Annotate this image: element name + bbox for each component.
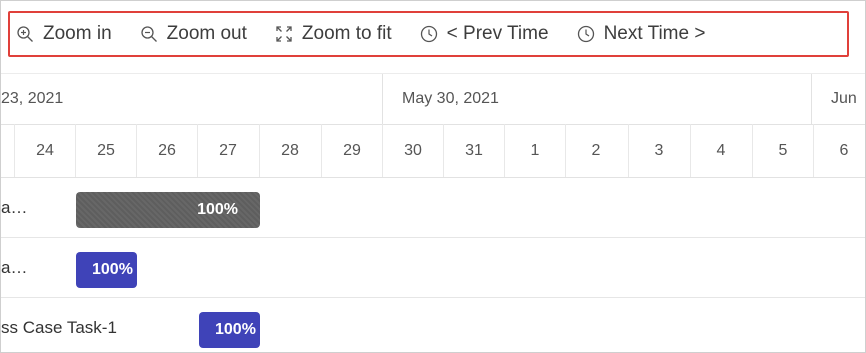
timeline-week-header: 23, 2021 May 30, 2021 Jun bbox=[1, 73, 865, 125]
week-label: Jun bbox=[831, 90, 857, 107]
week-label: 23, 2021 bbox=[1, 90, 64, 107]
zoom-in-icon bbox=[17, 26, 33, 42]
zoom-out-button[interactable]: Zoom out bbox=[140, 19, 247, 49]
day-cell: 5 bbox=[752, 124, 813, 177]
clock-icon bbox=[420, 25, 437, 43]
week-label: May 30, 2021 bbox=[402, 90, 499, 107]
day-cell: 24 bbox=[14, 124, 75, 177]
prev-time-label: < Prev Time bbox=[446, 23, 549, 44]
clock-icon bbox=[577, 25, 594, 43]
zoom-to-fit-icon bbox=[276, 26, 292, 42]
day-cell: 26 bbox=[136, 124, 197, 177]
task-name: a… bbox=[1, 198, 28, 217]
day-cell: 25 bbox=[75, 124, 136, 177]
zoom-in-button[interactable]: Zoom in bbox=[16, 19, 112, 49]
zoom-to-fit-button[interactable]: Zoom to fit bbox=[275, 19, 392, 49]
task-name: ss Case Task-1 bbox=[1, 318, 117, 337]
timeline-day-header: 24 25 26 27 28 29 30 31 1 2 3 4 5 6 bbox=[1, 124, 865, 178]
day-cell: 6 bbox=[813, 124, 865, 177]
day-cell: 30 bbox=[382, 124, 443, 177]
day-cell: 4 bbox=[690, 124, 751, 177]
zoom-to-fit-label: Zoom to fit bbox=[301, 23, 392, 44]
progress-label: 100% bbox=[215, 321, 256, 338]
gantt-row[interactable]: ss Case Task-1 100% bbox=[1, 298, 865, 352]
parent-task-bar[interactable]: 100% bbox=[76, 192, 260, 228]
day-cell: 31 bbox=[443, 124, 504, 177]
day-cell: 2 bbox=[565, 124, 626, 177]
day-cell: 27 bbox=[197, 124, 258, 177]
day-cell: 1 bbox=[504, 124, 565, 177]
gantt-chart: Zoom in Zoom out Zoom to fit < Prev Time… bbox=[0, 0, 866, 353]
day-cell: 3 bbox=[628, 124, 689, 177]
task-name: a… bbox=[1, 258, 28, 277]
week-divider bbox=[811, 74, 812, 124]
gantt-toolbar: Zoom in Zoom out Zoom to fit < Prev Time… bbox=[8, 11, 849, 57]
day-cell: 28 bbox=[259, 124, 320, 177]
task-bar[interactable]: 100% bbox=[199, 312, 260, 348]
zoom-out-icon bbox=[140, 26, 157, 42]
zoom-in-label: Zoom in bbox=[43, 23, 112, 44]
zoom-out-label: Zoom out bbox=[166, 23, 247, 44]
day-cell: 29 bbox=[321, 124, 382, 177]
gantt-row[interactable]: a… 100% bbox=[1, 178, 865, 238]
task-bar[interactable]: 100% bbox=[76, 252, 137, 288]
progress-label: 100% bbox=[197, 201, 238, 218]
next-time-label: Next Time > bbox=[603, 23, 706, 44]
gantt-row[interactable]: a… 100% bbox=[1, 238, 865, 298]
week-divider bbox=[382, 74, 383, 124]
progress-label: 100% bbox=[92, 261, 133, 278]
prev-time-button[interactable]: < Prev Time bbox=[420, 19, 549, 49]
next-time-button[interactable]: Next Time > bbox=[577, 19, 706, 49]
